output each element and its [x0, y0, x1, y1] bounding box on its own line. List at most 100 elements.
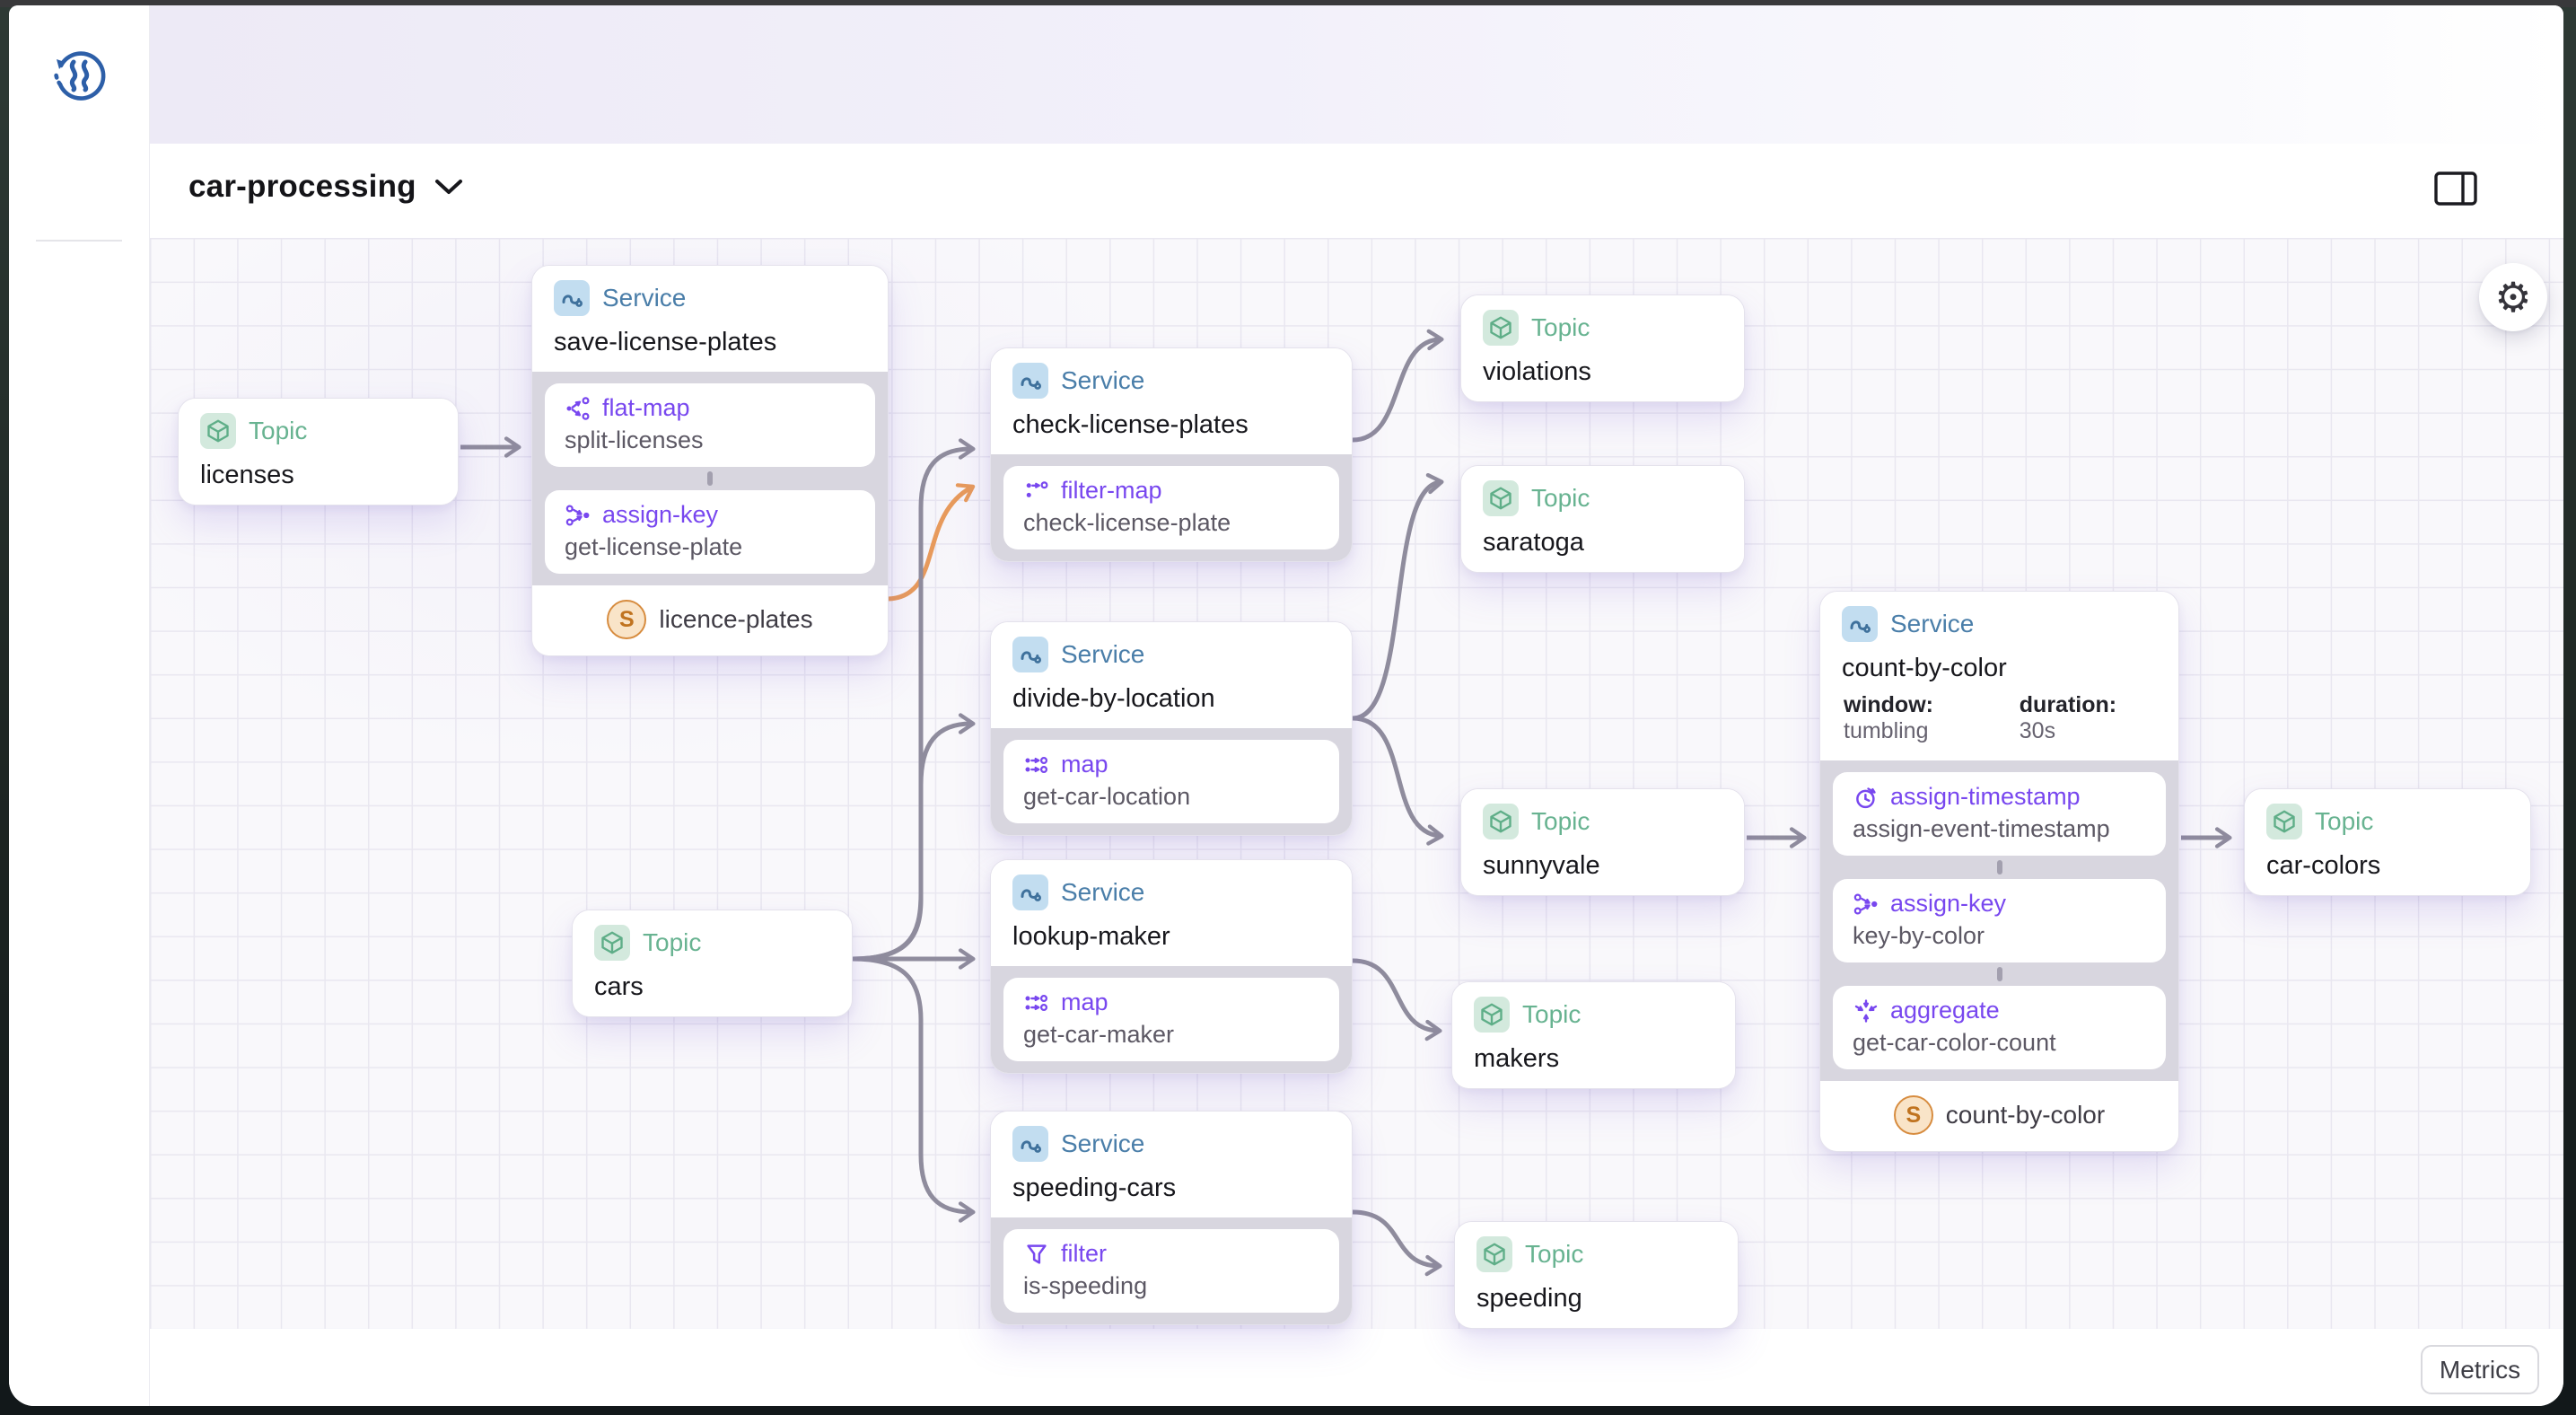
node-name: saratoga [1483, 528, 1584, 557]
operation-is-speeding[interactable]: filter is-speeding [1003, 1229, 1339, 1313]
pipeline-selector[interactable]: car-processing [188, 169, 463, 205]
app-logo[interactable] [48, 47, 106, 104]
node-header: Topic saratoga [1461, 466, 1744, 572]
app-window: car-processing Topic licenses Service sa… [9, 5, 2563, 1406]
metrics-button-label: Metrics [2439, 1355, 2521, 1384]
operation-check-license-plate[interactable]: filter-map check-license-plate [1003, 466, 1339, 549]
assign-timestamp-icon [1856, 787, 1876, 808]
map-icon [1025, 994, 1048, 1011]
operation-type-label: filter [1061, 1240, 1108, 1267]
node-name: car-colors [2266, 851, 2381, 880]
settings-button[interactable]: ⚙ [2479, 263, 2547, 331]
node-kind-label: Topic [2315, 807, 2374, 835]
node-kind-label: Service [1890, 610, 1975, 637]
node-header: Service check-license-plates [991, 348, 1352, 454]
topic-icon [2274, 810, 2295, 833]
service-node-speeding-cars[interactable]: Service speeding-cars filter is-speeding [990, 1111, 1353, 1325]
operation-get-license-plate[interactable]: assign-key get-license-plate [545, 490, 875, 574]
topic-node-cars[interactable]: Topic cars [572, 910, 853, 1017]
topic-node-licenses[interactable]: Topic licenses [178, 398, 459, 505]
operation-assign-event-timestamp[interactable]: assign-timestamp assign-event-timestamp [1833, 772, 2166, 856]
state-store-name: count-by-color [1945, 1101, 2106, 1129]
state-store-count-by-color: S count-by-color [1820, 1081, 2178, 1151]
node-name: sunnyvale [1483, 851, 1600, 880]
service-icon-badge [554, 280, 590, 316]
edge-save-license-plates-to-check-license-plates [888, 483, 976, 602]
service-icon [1021, 1140, 1041, 1153]
header-bar: car-processing [150, 144, 2563, 238]
topic-node-violations[interactable]: Topic violations [1460, 294, 1745, 402]
node-name: divide-by-location [1012, 684, 1215, 713]
sidebar-divider [36, 240, 122, 242]
node-name: lookup-maker [1012, 922, 1170, 951]
operation-get-car-color-count[interactable]: aggregate get-car-color-count [1833, 986, 2166, 1069]
operations-band: map get-car-maker [991, 966, 1352, 1073]
service-node-count-by-color[interactable]: Service count-by-color window: tumbling du… [1819, 591, 2179, 1152]
state-store-name: licence-plates [659, 605, 813, 633]
topic-icon-badge [1476, 1236, 1512, 1272]
operation-type-label: filter-map [1061, 477, 1162, 504]
service-node-check-license-plates[interactable]: Service check-license-plates filter-map … [990, 347, 1353, 562]
state-store-icon: S [1893, 1095, 1933, 1135]
operation-name: split-licenses [565, 426, 704, 453]
service-node-save-license-plates[interactable]: Service save-license-plates flat-map spl… [531, 265, 889, 656]
node-name: violations [1483, 357, 1591, 386]
service-node-divide-by-location[interactable]: Service divide-by-location map get-car-l… [990, 621, 1353, 836]
topic-node-makers[interactable]: Topic makers [1451, 981, 1736, 1089]
node-name: save-license-plates [554, 328, 777, 356]
node-name: speeding [1476, 1284, 1582, 1313]
service-node-lookup-maker[interactable]: Service lookup-maker map get-car-maker [990, 859, 1353, 1074]
operation-name: assign-event-timestamp [1853, 815, 2110, 842]
topic-icon [1490, 487, 1511, 510]
operation-name: get-car-maker [1023, 1021, 1175, 1048]
edge-cars-to-speeding-cars [852, 956, 976, 1223]
node-kind-label: Topic [249, 417, 308, 444]
node-name: makers [1474, 1044, 1560, 1073]
edge-divide-by-location-to-saratoga [1352, 473, 1444, 721]
edge-cars-to-divide-by-location [852, 713, 976, 962]
operation-name: get-license-plate [565, 533, 743, 560]
topic-node-speeding[interactable]: Topic speeding [1454, 1221, 1739, 1329]
service-icon-badge [1842, 606, 1878, 642]
service-icon [1021, 889, 1041, 901]
service-icon-badge [1012, 363, 1048, 399]
topic-node-car-colors[interactable]: Topic car-colors [2244, 788, 2531, 896]
topic-icon-badge [594, 925, 630, 961]
flat-map-icon [566, 396, 590, 420]
topic-icon-badge [1474, 997, 1510, 1033]
topic-icon-badge [1483, 480, 1519, 516]
metrics-button[interactable]: Metrics [2421, 1345, 2539, 1394]
operation-name: get-car-color-count [1853, 1029, 2056, 1056]
operation-get-car-location[interactable]: map get-car-location [1003, 740, 1339, 823]
node-header: Topic sunnyvale [1461, 789, 1744, 895]
service-icon [1850, 620, 1871, 633]
operations-band: map get-car-location [991, 728, 1352, 835]
node-header: Topic speeding [1455, 1222, 1738, 1328]
state-store-licence-plates: S licence-plates [532, 585, 888, 655]
node-kind-label: Service [1061, 366, 1145, 394]
operation-name: key-by-color [1853, 922, 1985, 949]
operation-get-car-maker[interactable]: map get-car-maker [1003, 978, 1339, 1061]
node-header: Service count-by-color window: tumbling du… [1820, 592, 2178, 760]
topic-icon-badge [200, 413, 236, 449]
node-kind-label: Service [1061, 1129, 1145, 1157]
operation-name: is-speeding [1023, 1272, 1148, 1299]
node-name: count-by-color [1842, 654, 2007, 682]
node-kind-label: Service [1061, 878, 1145, 906]
sidebar [9, 5, 150, 1406]
node-kind-label: Topic [643, 928, 702, 956]
node-header: Service speeding-cars [991, 1112, 1352, 1217]
panel-toggle-button[interactable] [2431, 167, 2480, 210]
operations-band: flat-map split-licenses assign-key get-l… [532, 372, 888, 585]
topic-node-sunnyvale[interactable]: Topic sunnyvale [1460, 788, 1745, 896]
operations-band: filter is-speeding [991, 1217, 1352, 1324]
node-header: Topic violations [1461, 295, 1744, 401]
meta-pair: duration: 30s [2019, 692, 2117, 743]
edge-check-license-plates-to-violations [1352, 329, 1444, 443]
panel-toggle-icon [2434, 171, 2477, 206]
assign-key-icon [565, 505, 590, 525]
operation-split-licenses[interactable]: flat-map split-licenses [545, 383, 875, 467]
operation-key-by-color[interactable]: assign-key key-by-color [1833, 879, 2166, 962]
topic-node-saratoga[interactable]: Topic saratoga [1460, 465, 1745, 573]
service-icon-badge [1012, 874, 1048, 910]
